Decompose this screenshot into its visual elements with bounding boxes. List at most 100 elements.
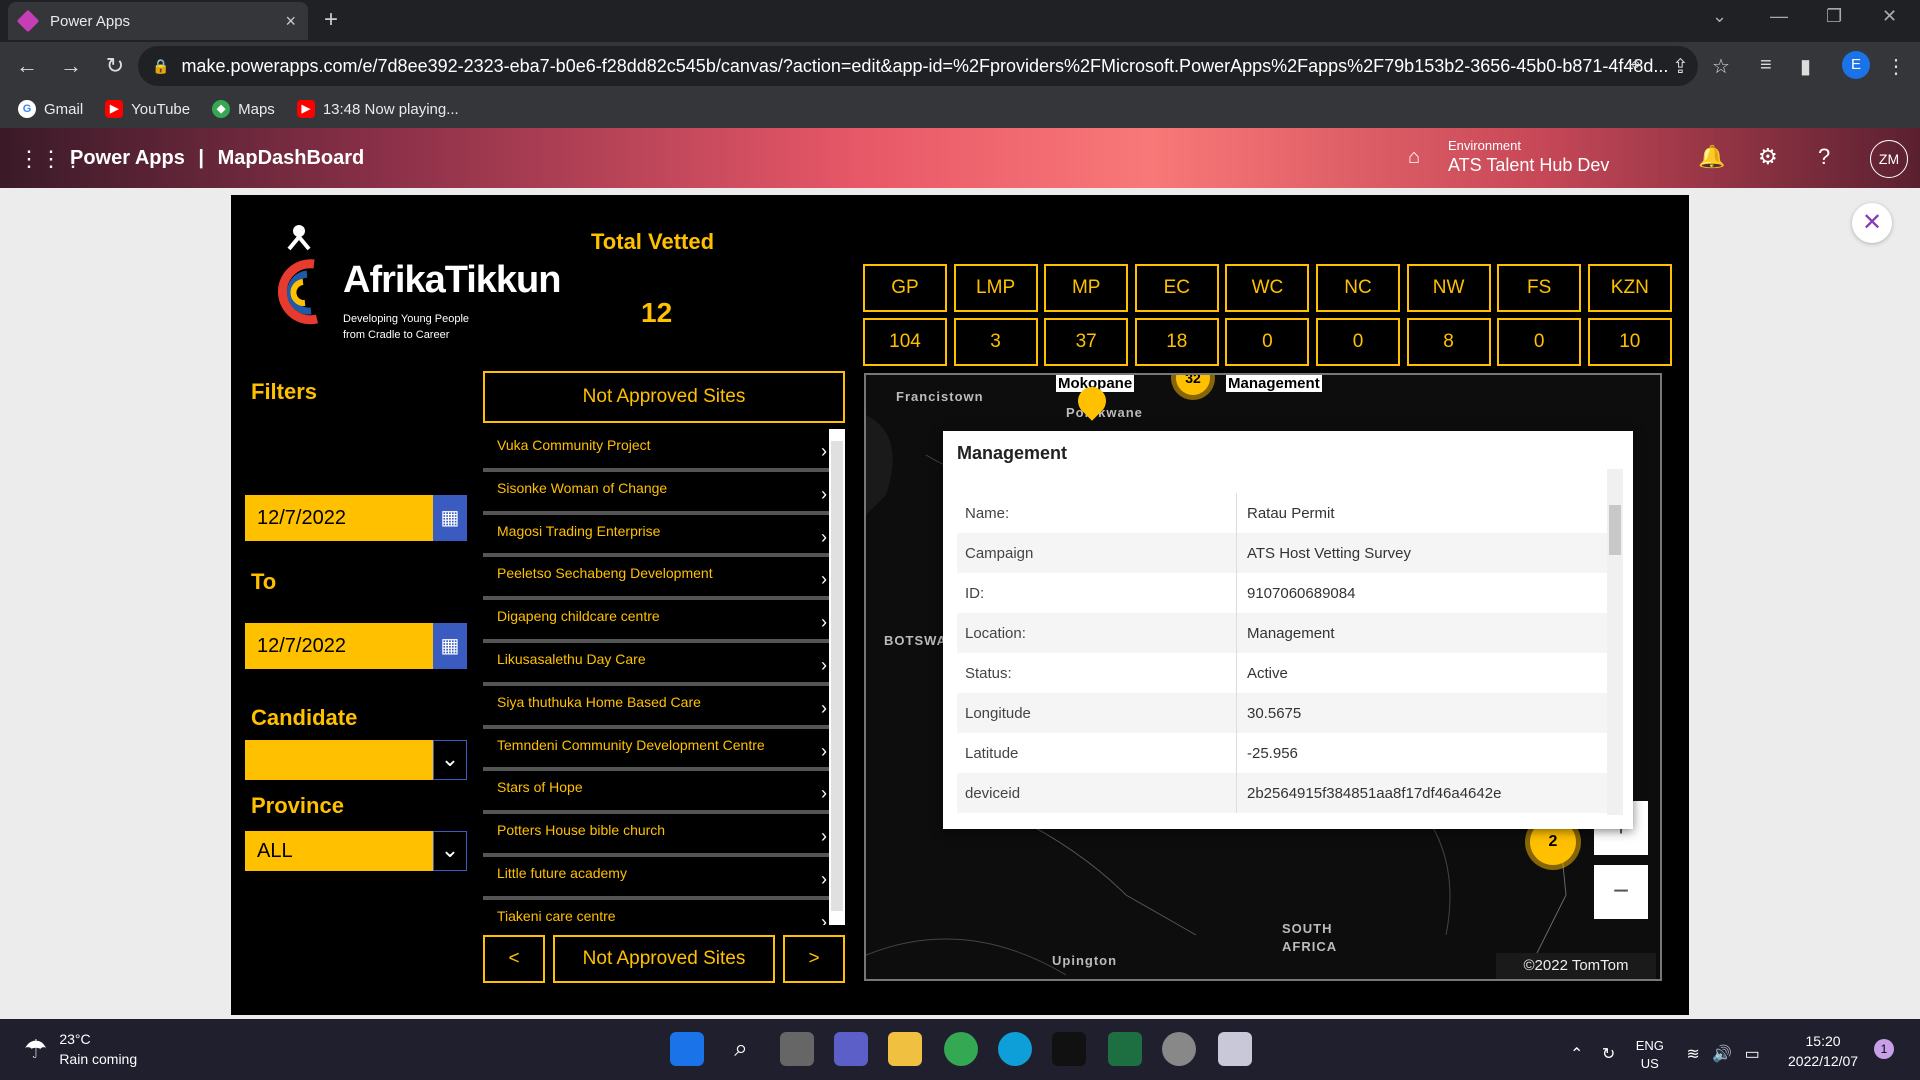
from-date-input[interactable]: 12/7/2022 <box>245 495 433 541</box>
chevron-down-icon[interactable]: ⌄ <box>433 831 467 871</box>
province-code-nw[interactable]: NW <box>1406 264 1491 312</box>
province-code-nc[interactable]: NC <box>1316 264 1400 312</box>
popup-scrollbar[interactable] <box>1607 469 1623 815</box>
powerapps-link[interactable]: Power Apps <box>70 147 185 169</box>
tab-search-icon[interactable]: ⌄ <box>1712 6 1727 27</box>
list-item[interactable]: Tiakeni care centre › <box>483 900 845 925</box>
province-code-kzn[interactable]: KZN <box>1587 264 1672 312</box>
edge-icon[interactable] <box>998 1032 1032 1066</box>
site-name: Temndeni Community Development Centre <box>497 736 765 753</box>
list-item[interactable]: Vuka Community Project › <box>483 429 845 472</box>
list-item[interactable]: Likusasalethu Day Care › <box>483 643 845 686</box>
browser-tab[interactable]: Power Apps × <box>8 2 308 40</box>
bookmark-now-playing[interactable]: ▶ 13:48 Now playing... <box>296 100 459 118</box>
scrollbar-thumb[interactable] <box>1609 505 1621 555</box>
language-indicator[interactable]: ENG US <box>1636 1037 1664 1073</box>
location-icon[interactable]: ⌖ <box>1630 54 1641 77</box>
site-name: Little future academy <box>497 864 627 881</box>
search-icon[interactable]: ⌕ <box>724 1032 758 1066</box>
wifi-icon[interactable]: ≋ <box>1686 1046 1699 1063</box>
scrollbar-thumb[interactable] <box>831 441 843 911</box>
bookmark-maps[interactable]: ◆ Maps <box>212 100 275 118</box>
start-icon[interactable] <box>670 1032 704 1066</box>
province-code-wc[interactable]: WC <box>1225 264 1310 312</box>
star-icon[interactable]: ☆ <box>1712 54 1730 79</box>
media-icon[interactable]: ≡ <box>1760 54 1772 77</box>
field-value: ATS Host Vetting Survey <box>1247 544 1411 562</box>
window-close-icon[interactable]: ✕ <box>1882 6 1897 27</box>
sync-icon[interactable]: ↻ <box>1602 1046 1615 1063</box>
excel-icon[interactable] <box>1108 1032 1142 1066</box>
more-menu-icon[interactable]: ⋮ <box>1886 54 1906 79</box>
list-item[interactable]: Siya thuthuka Home Based Care › <box>483 686 845 729</box>
restore-icon[interactable]: ❐ <box>1826 6 1842 27</box>
chevron-up-icon[interactable]: ⌃ <box>1570 1046 1583 1063</box>
province-code-gp[interactable]: GP <box>863 264 947 312</box>
help-icon[interactable]: ? <box>1818 144 1830 170</box>
chevron-right-icon: › <box>821 441 827 461</box>
settings-icon[interactable] <box>1162 1032 1196 1066</box>
task-view-icon[interactable] <box>780 1032 814 1066</box>
file-explorer-icon[interactable] <box>888 1032 922 1066</box>
list-item[interactable]: Potters House bible church › <box>483 814 845 857</box>
to-date-input[interactable]: 12/7/2022 <box>245 623 433 669</box>
list-item[interactable]: Temndeni Community Development Centre › <box>483 729 845 772</box>
chevron-down-icon[interactable]: ⌄ <box>433 740 467 780</box>
app-icon[interactable] <box>1052 1032 1086 1066</box>
province-code-lmp[interactable]: LMP <box>953 264 1038 312</box>
province-label: Province <box>251 793 344 818</box>
youtube-icon: ▶ <box>105 100 124 118</box>
forward-icon[interactable]: → <box>54 53 88 79</box>
list-item[interactable]: Peeletso Sechabeng Development › <box>483 557 845 601</box>
site-name: Vuka Community Project <box>497 437 651 453</box>
bookmark-youtube[interactable]: ▶ YouTube <box>105 100 190 118</box>
province-code-fs[interactable]: FS <box>1497 264 1582 312</box>
browser-toolbar: ← → ↻ 🔒 make.powerapps.com/e/7d8ee392-23… <box>0 42 1920 90</box>
user-avatar[interactable]: ZM <box>1870 140 1908 178</box>
list-item[interactable]: Little future academy › <box>483 857 845 900</box>
province-dropdown[interactable]: ALL <box>245 831 433 871</box>
snipping-tool-icon[interactable] <box>1218 1032 1252 1066</box>
afrikatikkun-logo-icon <box>277 225 319 325</box>
environment-icon[interactable]: ⌂ <box>1408 146 1420 169</box>
profile-avatar[interactable]: E <box>1842 51 1870 79</box>
list-item[interactable]: Sisonke Woman of Change › <box>483 472 845 515</box>
list-item[interactable]: Stars of Hope › <box>483 771 845 815</box>
gear-icon[interactable]: ⚙ <box>1758 144 1778 170</box>
list-item[interactable]: Digapeng childcare centre › <box>483 600 845 643</box>
new-tab-button[interactable]: + <box>324 6 338 34</box>
notification-badge[interactable]: 1 <box>1874 1039 1894 1059</box>
sites-list: Vuka Community Project › Sisonke Woman of… <box>483 429 845 925</box>
sites-footer-button[interactable]: Not Approved Sites <box>553 935 775 983</box>
address-bar[interactable]: 🔒 make.powerapps.com/e/7d8ee392-2323-eba… <box>138 46 1698 86</box>
bookmark-gmail[interactable]: G Gmail <box>18 100 83 118</box>
weather-widget[interactable]: ☂ 23°C Rain coming <box>24 1029 137 1069</box>
minimize-icon[interactable]: — <box>1770 6 1788 27</box>
chrome-icon[interactable] <box>944 1032 978 1066</box>
sidepanel-icon[interactable]: ▮ <box>1800 54 1811 79</box>
tab-close-icon[interactable]: × <box>285 11 296 32</box>
teams-icon[interactable] <box>834 1032 868 1066</box>
calendar-icon[interactable]: ▦ <box>433 623 467 669</box>
province-code-ec[interactable]: EC <box>1134 264 1219 312</box>
zoom-out-button[interactable]: − <box>1594 865 1648 919</box>
field-value: 9107060689084 <box>1247 584 1356 602</box>
next-page-button[interactable]: > <box>783 935 845 983</box>
list-item[interactable]: Magosi Trading Enterprise › <box>483 515 845 558</box>
app-name: MapDashBoard <box>217 147 365 169</box>
reload-icon[interactable]: ↻ <box>98 53 132 79</box>
calendar-icon[interactable]: ▦ <box>433 495 467 541</box>
prev-page-button[interactable]: < <box>483 935 545 983</box>
back-icon[interactable]: ← <box>10 53 44 79</box>
close-preview-button[interactable]: ✕ <box>1852 203 1892 243</box>
clock[interactable]: 15:20 2022/12/07 <box>1788 1031 1858 1071</box>
bell-icon[interactable]: 🔔 <box>1698 144 1725 170</box>
volume-icon[interactable]: 🔊 <box>1712 1046 1732 1063</box>
province-code-mp[interactable]: MP <box>1044 264 1129 312</box>
share-icon[interactable]: ⇪ <box>1672 54 1689 79</box>
list-scrollbar[interactable] <box>829 429 845 925</box>
environment-value[interactable]: ATS Talent Hub Dev <box>1448 155 1609 176</box>
system-tray[interactable]: ⌃ ↻ ENG US ≋ 🔊 ▭ <box>1570 1037 1760 1073</box>
candidate-dropdown[interactable] <box>245 740 433 780</box>
battery-icon[interactable]: ▭ <box>1745 1046 1760 1063</box>
